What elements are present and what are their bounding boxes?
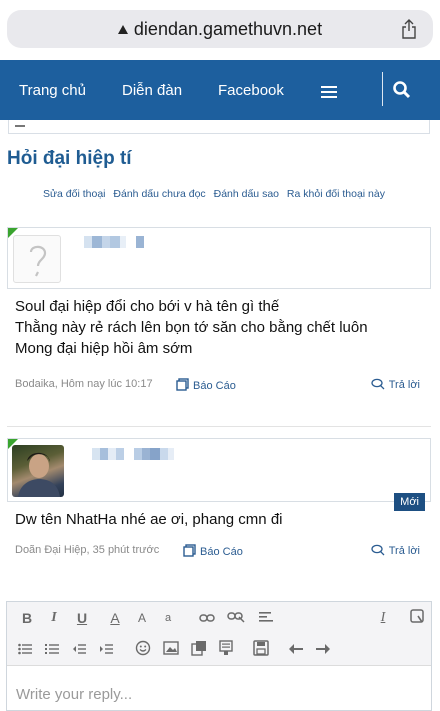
share-icon[interactable] <box>401 19 417 39</box>
post-2-header: Mới <box>7 438 431 511</box>
blurred-username <box>92 447 174 460</box>
report-label: Báo Cáo <box>200 546 243 558</box>
online-indicator <box>8 439 18 449</box>
online-indicator <box>8 228 18 238</box>
editor-toolbar-row-1: B I U A A a I <box>7 602 431 634</box>
image-icon[interactable] <box>163 640 179 660</box>
bold-button[interactable]: B <box>20 608 34 628</box>
site-navbar: Trang chủ Diễn đàn Facebook <box>0 60 440 120</box>
post-1-message: Soul đại hiệp đổi cho bới v hà tên gì th… <box>15 296 368 359</box>
message-line: Thằng này rẻ rách lên bọn tớ săn cho bằn… <box>15 319 368 336</box>
reply-editor: B I U A A a I Write your reply... <box>6 601 432 711</box>
save-draft-icon[interactable] <box>253 640 269 660</box>
post-divider <box>7 426 431 427</box>
indent-icon[interactable] <box>99 640 113 660</box>
post-1-reply[interactable]: Trả lời <box>371 378 420 391</box>
edit-conversation-link[interactable]: Sửa đối thoại <box>43 188 106 200</box>
blurred-username <box>84 235 144 248</box>
align-icon[interactable] <box>259 608 273 628</box>
font-size-button[interactable]: A <box>135 608 149 628</box>
numbered-list-icon[interactable] <box>45 640 59 660</box>
reply-input[interactable]: Write your reply... <box>16 686 132 703</box>
avatar[interactable] <box>12 445 64 497</box>
report-icon <box>176 378 189 391</box>
clear-format-icon[interactable]: I <box>376 608 390 628</box>
menu-icon[interactable] <box>321 86 337 98</box>
post-2-reply[interactable]: Trả lời <box>371 544 420 557</box>
post-2-report[interactable]: Báo Cáo <box>183 544 243 558</box>
reply-label: Trả lời <box>388 379 420 391</box>
undo-icon[interactable] <box>288 640 304 660</box>
report-label: Báo Cáo <box>193 380 236 392</box>
toggle-source-icon[interactable] <box>409 608 425 628</box>
new-badge: Mới <box>394 493 425 511</box>
address-field[interactable]: diendan.gamethuvn.net <box>7 10 433 48</box>
report-icon <box>183 544 196 557</box>
reply-label: Trả lời <box>388 545 420 557</box>
italic-button[interactable]: I <box>47 608 61 628</box>
mark-unread-link[interactable]: Đánh dấu chưa đọc <box>113 188 205 200</box>
post-1-report[interactable]: Báo Cáo <box>176 378 236 392</box>
reply-icon <box>371 544 385 556</box>
font-family-button[interactable]: a <box>161 608 175 628</box>
reply-icon <box>371 378 385 390</box>
previous-panel-edge <box>8 120 430 134</box>
underline-button[interactable]: U <box>75 608 89 628</box>
nav-home[interactable]: Trang chủ <box>19 82 86 99</box>
leave-conversation-link[interactable]: Ra khỏi đối thoại này <box>287 188 385 200</box>
quote-icon[interactable] <box>219 640 233 660</box>
thread-title: Hỏi đại hiệp tí <box>7 148 132 169</box>
unlink-icon[interactable] <box>227 608 245 628</box>
bullet-list-icon[interactable] <box>18 640 32 660</box>
star-link[interactable]: Đánh dấu sao <box>214 188 279 200</box>
nav-facebook[interactable]: Facebook <box>218 82 284 99</box>
link-icon[interactable] <box>199 608 215 628</box>
url-text: diendan.gamethuvn.net <box>133 19 323 39</box>
nav-divider <box>382 72 383 106</box>
media-icon[interactable] <box>191 640 207 660</box>
editor-toolbar-row-2 <box>7 634 431 666</box>
font-color-button[interactable]: A <box>108 608 122 628</box>
message-line: Dw tên NhatHa nhé ae ơi, phang cmn đi <box>15 511 283 528</box>
post-1-meta[interactable]: Bodaika, Hôm nay lúc 10:17 <box>15 378 153 390</box>
message-line: Mong đại hiệp hồi âm sớm <box>15 340 193 357</box>
nav-forum[interactable]: Diễn đàn <box>122 82 182 99</box>
post-2-meta[interactable]: Doãn Đại Hiệp, 35 phút trước <box>15 544 159 556</box>
lock-icon <box>117 25 128 34</box>
avatar[interactable] <box>13 235 61 283</box>
message-line: Soul đại hiệp đổi cho bới v hà tên gì th… <box>15 298 280 315</box>
redo-icon[interactable] <box>315 640 331 660</box>
outdent-icon[interactable] <box>72 640 86 660</box>
browser-url-bar: diendan.gamethuvn.net <box>0 0 440 60</box>
smiley-icon[interactable] <box>135 640 151 660</box>
thread-actions: Sửa đối thoại Đánh dấu chưa đọc Đánh dấu… <box>43 188 390 200</box>
post-1-header <box>7 227 431 289</box>
post-2-message: Dw tên NhatHa nhé ae ơi, phang cmn đi <box>15 509 283 530</box>
search-icon[interactable] <box>392 80 412 100</box>
